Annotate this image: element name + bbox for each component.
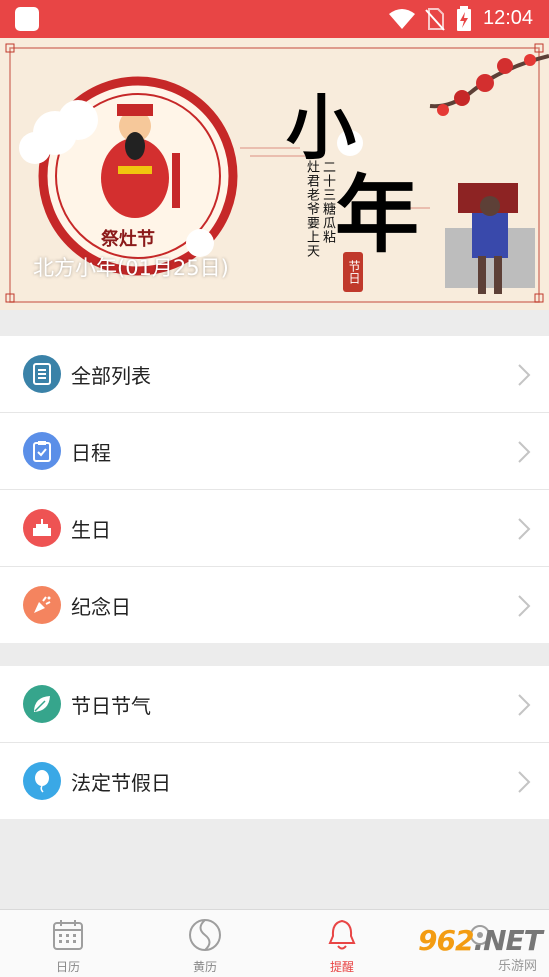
clipboard-check-icon [23,432,61,470]
cake-icon [23,509,61,547]
app-icon [15,7,39,31]
watermark-sub: 乐游网 [498,959,538,974]
balloon-icon [23,762,61,800]
banner-big-char-2: 年 [335,165,420,264]
holiday-list: 节日节气 法定节假日 [0,666,549,819]
list-item-label: 生日 [71,517,111,542]
nav-reminder[interactable]: 提醒 [302,918,382,975]
status-bar: 12:04 [0,0,549,38]
list-item-public-holidays[interactable]: 法定节假日 [0,743,549,819]
list-item-label: 日程 [71,440,111,465]
nav-label: 黄历 [192,960,217,974]
nav-almanac[interactable]: 黄历 [165,918,245,975]
banner-ziban-label: 祭灶节 [101,229,155,250]
battery-charging-icon [457,6,471,31]
list-item-label: 节日节气 [71,693,151,718]
banner-stamp: 节日 [343,252,363,292]
chevron-right-icon [518,518,531,540]
chevron-right-icon [518,694,531,716]
list-item-solar-terms[interactable]: 节日节气 [0,666,549,743]
chevron-right-icon [518,771,531,793]
list-item-label: 全部列表 [71,363,151,388]
list-item-birthday[interactable]: 生日 [0,490,549,567]
chevron-right-icon [518,364,531,386]
watermark-logo: 962.NET 乐游网 [418,924,549,976]
bell-icon [328,919,356,950]
list-item-all[interactable]: 全部列表 [0,336,549,413]
no-sim-icon [425,8,445,31]
watermark-suffix: .NET [473,924,542,957]
nav-label: 日历 [55,960,80,974]
category-list: 全部列表 日程 生日 纪念日 [0,336,549,643]
leaf-icon [23,685,61,723]
nav-calendar[interactable]: 日历 [28,918,108,975]
yin-yang-icon [189,919,221,951]
watermark-main: 962 [418,924,474,957]
clock: 12:04 [483,7,534,29]
list-item-anniversary[interactable]: 纪念日 [0,567,549,643]
list-icon [23,355,61,393]
list-item-label: 法定节假日 [71,770,171,795]
banner-verse-2: 灶君老爷要上天 [304,160,319,258]
wifi-icon [389,9,415,29]
banner-caption: 北方小年(01月25日) [33,256,229,280]
calendar-icon [53,920,83,950]
party-popper-icon [23,586,61,624]
festival-banner[interactable]: 小 年 二十三糖瓜粘 灶君老爷要上天 节日 祭灶节 北方小年(01月25日) [0,38,549,310]
list-item-schedule[interactable]: 日程 [0,413,549,490]
chevron-right-icon [518,441,531,463]
list-item-label: 纪念日 [71,594,131,619]
nav-label: 提醒 [329,960,354,974]
chevron-right-icon [518,595,531,617]
